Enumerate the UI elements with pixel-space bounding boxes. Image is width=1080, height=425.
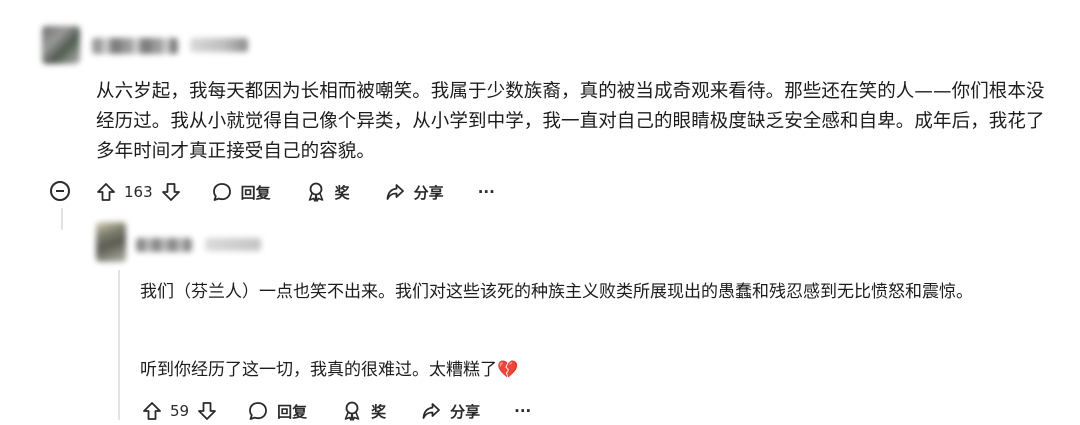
thread-line <box>118 270 120 420</box>
vote-group: 163 <box>96 182 181 202</box>
username[interactable] <box>136 238 192 252</box>
upvote-count: 163 <box>124 183 153 201</box>
vote-group: 59 <box>142 401 217 421</box>
reply-button[interactable]: 回复 <box>247 400 307 422</box>
more-options-button[interactable]: ··· <box>478 183 495 201</box>
upvote-icon[interactable] <box>96 182 116 202</box>
reply-text-line: 听到你经历了这一切，我真的很难过。太糟糕了 <box>140 360 497 380</box>
upvote-icon[interactable] <box>142 401 162 421</box>
share-icon <box>420 400 442 422</box>
share-label: 分享 <box>450 402 481 421</box>
award-icon <box>341 400 363 422</box>
reply-label: 回复 <box>277 402 308 421</box>
share-button[interactable]: 分享 <box>420 400 480 422</box>
reply-actions: 59 回复 奖 分享 ··· <box>142 399 565 423</box>
award-label: 奖 <box>371 402 387 421</box>
share-label: 分享 <box>413 183 444 202</box>
more-options-button[interactable]: ··· <box>514 402 531 420</box>
award-label: 奖 <box>334 183 350 202</box>
reply-text: 我们（芬兰人）一点也笑不出来。我们对这些该死的种族主义败类所展现出的愚蠢和残忍感… <box>140 282 973 302</box>
award-icon <box>305 181 327 203</box>
comment-icon <box>247 400 269 422</box>
username[interactable] <box>92 38 178 54</box>
timestamp <box>190 38 248 52</box>
thread-line <box>61 208 63 230</box>
comment-actions: 163 回复 奖 分享 ··· <box>96 180 529 204</box>
reply-label: 回复 <box>240 183 271 202</box>
reply-button[interactable]: 回复 <box>211 181 271 203</box>
downvote-icon[interactable] <box>161 182 181 202</box>
avatar[interactable] <box>96 222 126 262</box>
award-button[interactable]: 奖 <box>305 181 350 203</box>
share-icon <box>384 181 406 203</box>
more-icon: ··· <box>477 183 495 201</box>
upvote-count: 59 <box>170 402 190 420</box>
collapse-icon[interactable] <box>50 181 70 201</box>
reply-text-2: 听到你经历了这一切，我真的很难过。太糟糕了💔 <box>140 355 1040 385</box>
avatar[interactable] <box>42 26 80 64</box>
more-icon: ··· <box>514 402 532 420</box>
downvote-icon[interactable] <box>197 401 217 421</box>
award-button[interactable]: 奖 <box>341 400 386 422</box>
broken-heart-emoji: 💔 <box>497 360 519 380</box>
comment-icon <box>211 181 233 203</box>
share-button[interactable]: 分享 <box>384 181 444 203</box>
comment-text: 从六岁起，我每天都因为长相而被嘲笑。我属于少数族裔，真的被当成奇观来看待。那些还… <box>96 81 1045 162</box>
timestamp <box>205 238 261 251</box>
